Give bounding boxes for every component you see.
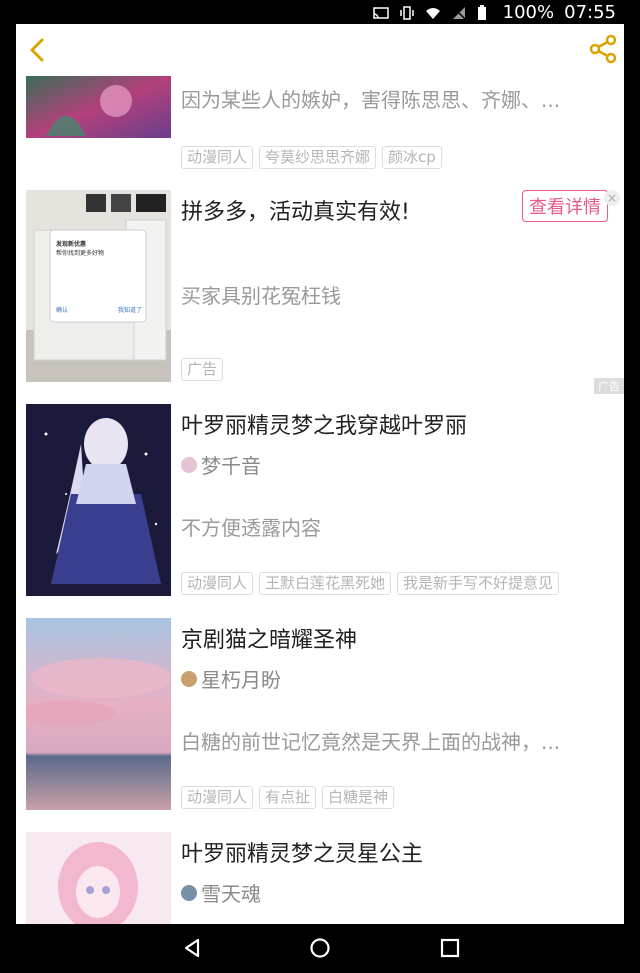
- top-bar: [16, 24, 624, 74]
- book-cover: [26, 76, 171, 138]
- list-item[interactable]: 京剧猫之暗耀圣神 星朽月盼 白糖的前世记忆竟然是天界上面的战神，... 动漫同人…: [16, 608, 624, 823]
- back-button[interactable]: [24, 36, 52, 64]
- story-description: 不方便透露内容: [181, 516, 321, 540]
- cast-icon: [372, 5, 389, 21]
- tag-list: 广告: [181, 358, 224, 381]
- battery-icon: [477, 4, 493, 21]
- author[interactable]: 星朽月盼: [181, 664, 281, 693]
- battery-level: 100%: [502, 2, 555, 23]
- tag[interactable]: 夸莫纱思思齐娜: [259, 146, 377, 169]
- tag-list: 动漫同人 有点扯 白糖是神: [181, 786, 395, 809]
- close-ad-icon[interactable]: ×: [604, 190, 620, 206]
- vibrate-icon: [399, 5, 415, 21]
- tag[interactable]: 动漫同人: [181, 572, 254, 595]
- author[interactable]: 梦千音: [181, 450, 261, 479]
- tag[interactable]: 动漫同人: [181, 146, 254, 169]
- ad-item[interactable]: 发现新优惠 帮你找到更多好物 确认 我知道了 拼多多，活动真实有效! 查看详情 …: [16, 180, 624, 395]
- avatar: [181, 884, 197, 901]
- tag[interactable]: 有点扯: [259, 786, 317, 809]
- share-icon: [589, 34, 617, 64]
- chevron-left-icon: [30, 38, 44, 62]
- tag[interactable]: 颜冰cp: [382, 146, 442, 169]
- triangle-back-icon: [184, 938, 200, 958]
- author-name: 梦千音: [201, 454, 261, 478]
- story-title: 京剧猫之暗耀圣神: [181, 628, 358, 653]
- no-signal-icon: [451, 5, 467, 21]
- nav-home-button[interactable]: [308, 936, 332, 960]
- ad-tag: 广告: [181, 358, 224, 381]
- avatar: [181, 456, 197, 473]
- book-cover: [26, 404, 171, 596]
- list-item[interactable]: 叶罗丽精灵梦之我穿越叶罗丽 梦千音 不方便透露内容 动漫同人 王默白莲花黑死她 …: [16, 394, 624, 609]
- tag[interactable]: 白糖是神: [322, 786, 395, 809]
- book-cover: [26, 832, 171, 924]
- book-cover: [26, 618, 171, 810]
- author-name: 星朽月盼: [201, 668, 281, 692]
- square-recents-icon: [440, 938, 460, 958]
- nav-recents-button[interactable]: [438, 936, 462, 960]
- status-bar: 100% 07:55: [0, 0, 640, 24]
- tag-list: 动漫同人 夸莫纱思思齐娜 颜冰cp: [181, 146, 442, 169]
- clock: 07:55: [564, 2, 616, 23]
- popup-confirm: 确认: [56, 307, 69, 314]
- story-title: 叶罗丽精灵梦之灵星公主: [181, 842, 424, 867]
- system-nav-bar: [0, 924, 640, 973]
- tag-list: 动漫同人 王默白莲花黑死她 我是新手写不好提意见: [181, 572, 560, 595]
- wifi-icon: [425, 5, 441, 21]
- ad-description: 买家具别花冤枉钱: [181, 284, 341, 308]
- ad-title: 拼多多，活动真实有效!: [181, 200, 410, 225]
- nav-back-button[interactable]: [180, 936, 204, 960]
- avatar: [181, 670, 197, 687]
- tag[interactable]: 王默白莲花黑死她: [259, 572, 392, 595]
- popup-line: 帮你找到更多好物: [56, 250, 105, 257]
- author[interactable]: 雪天魂: [181, 878, 261, 907]
- list-item[interactable]: 叶罗丽精灵梦之灵星公主 雪天魂: [16, 822, 624, 924]
- ad-image: 发现新优惠 帮你找到更多好物 确认 我知道了: [26, 190, 171, 382]
- popup-title: 发现新优惠: [56, 241, 87, 248]
- popup-cancel: 我知道了: [117, 307, 142, 314]
- share-button[interactable]: [588, 34, 618, 64]
- ad-badge: 广告: [594, 378, 624, 394]
- tag[interactable]: 动漫同人: [181, 786, 254, 809]
- circle-home-icon: [310, 938, 330, 958]
- popup-buttons: 确认 我知道了: [56, 306, 142, 315]
- popup-content: 发现新优惠 帮你找到更多好物 确认 我知道了: [56, 240, 142, 314]
- view-details-button[interactable]: 查看详情: [522, 190, 608, 222]
- tag[interactable]: 我是新手写不好提意见: [397, 572, 560, 595]
- author-name: 雪天魂: [201, 882, 261, 906]
- story-title: 叶罗丽精灵梦之我穿越叶罗丽: [181, 414, 468, 439]
- item-description: 因为某些人的嫉妒，害得陈思思、齐娜、...: [181, 88, 561, 112]
- app-screen: 因为某些人的嫉妒，害得陈思思、齐娜、... 动漫同人 夸莫纱思思齐娜 颜冰cp …: [16, 24, 624, 924]
- story-description: 白糖的前世记忆竟然是天界上面的战神，...: [181, 730, 561, 754]
